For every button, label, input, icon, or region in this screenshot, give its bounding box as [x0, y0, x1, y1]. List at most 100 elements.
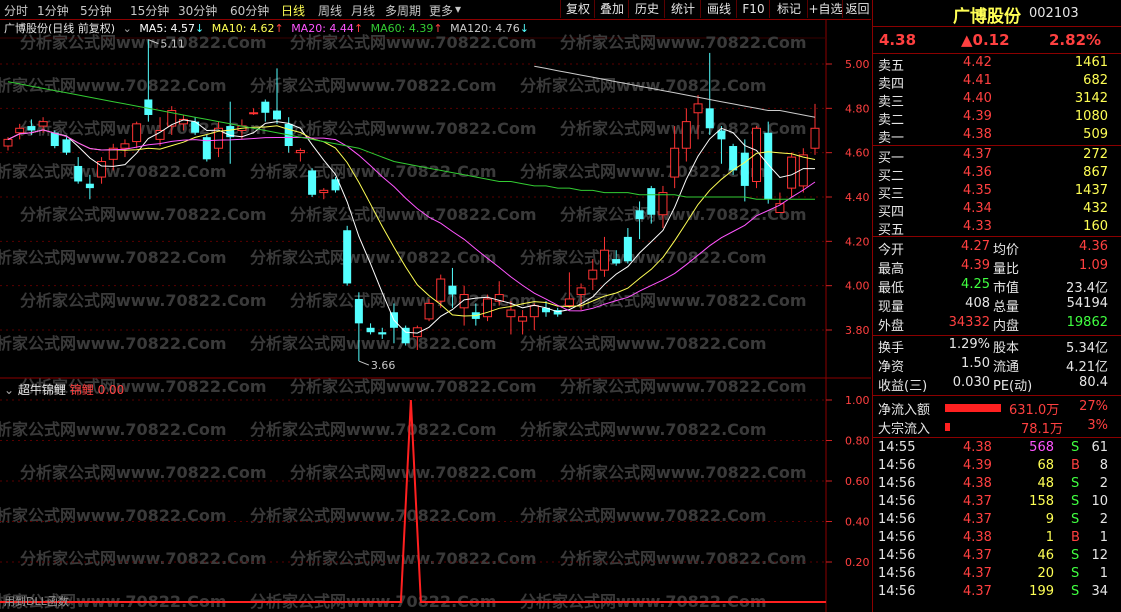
net-inflow-row: 净流入额 631.0万 27%: [873, 399, 1121, 418]
tick-count: 12: [1091, 548, 1108, 563]
watermark-text: 分析家公式网www.70822.Com: [520, 76, 767, 95]
candle-body[interactable]: [366, 327, 375, 333]
candle-body[interactable]: [670, 147, 680, 178]
candle-body[interactable]: [764, 132, 773, 200]
stat-label: 今开: [878, 243, 905, 258]
candle-body[interactable]: [693, 103, 703, 114]
candle-body[interactable]: [3, 138, 13, 147]
candle-body[interactable]: [647, 188, 656, 215]
watermark-text: 分析家公式网www.70822.Com: [290, 33, 537, 52]
candle-body[interactable]: [681, 121, 691, 149]
stat-label: 股本: [993, 341, 1020, 356]
watermark-text: 分析家公式网www.70822.Com: [0, 506, 227, 525]
watermark-text: 分析家公式网www.70822.Com: [560, 377, 807, 396]
candle-body[interactable]: [295, 149, 305, 154]
candle-body[interactable]: [273, 110, 281, 120]
candle-body[interactable]: [576, 287, 586, 296]
candle-body[interactable]: [27, 126, 36, 131]
candle-body[interactable]: [120, 143, 130, 149]
indicator-tick-label: 1.00: [845, 394, 870, 407]
candle-body[interactable]: [459, 294, 469, 309]
candle-body[interactable]: [717, 130, 726, 140]
candle-body[interactable]: [588, 269, 598, 280]
candle-body[interactable]: [50, 132, 59, 147]
candle-body[interactable]: [612, 259, 621, 264]
divider: [873, 53, 1121, 54]
stat-row: 净资 1.50 流通 4.21亿: [873, 356, 1121, 375]
stat-value: 4.25: [961, 277, 990, 292]
candle-body[interactable]: [343, 230, 352, 284]
candle-body[interactable]: [518, 316, 528, 322]
candle-body[interactable]: [424, 302, 434, 320]
order-volume: 1080: [1074, 109, 1108, 124]
order-row[interactable]: 卖四 4.41 682: [873, 73, 1121, 92]
candle-body[interactable]: [705, 108, 714, 129]
candle-body[interactable]: [787, 156, 797, 189]
candle-body[interactable]: [354, 298, 363, 324]
order-row[interactable]: 卖一 4.38 509: [873, 127, 1121, 146]
chevron-down-icon[interactable]: ⌄: [4, 383, 14, 397]
candle-body[interactable]: [729, 146, 738, 171]
candlestick-chart[interactable]: 分析家公式网www.70822.Com 分析家公式网www.70822.Com 分析…: [0, 0, 871, 612]
candle-body[interactable]: [401, 327, 410, 344]
tick-time: 14:56: [878, 530, 916, 545]
order-row[interactable]: 买三 4.35 1437: [873, 183, 1121, 202]
candle-body[interactable]: [436, 278, 446, 302]
candle-body[interactable]: [506, 309, 516, 318]
stat-label: 流通: [993, 360, 1020, 375]
divider: [873, 145, 1121, 146]
candle-body[interactable]: [448, 285, 457, 295]
tick-volume: 568: [1029, 440, 1054, 455]
stat-value: 80.4: [1079, 375, 1108, 390]
candle-body[interactable]: [658, 192, 668, 216]
tick-row: 14:56 4.37 9 S 2: [873, 512, 1121, 530]
candle-body[interactable]: [599, 249, 609, 271]
candle-body[interactable]: [38, 121, 48, 127]
candle-body[interactable]: [564, 298, 574, 307]
candle-body[interactable]: [85, 183, 94, 189]
order-label: 买二: [878, 169, 905, 184]
tick-row: 14:56 4.38 48 S 2: [873, 476, 1121, 494]
candle-body[interactable]: [308, 170, 317, 195]
candle-body[interactable]: [132, 123, 142, 143]
order-row[interactable]: 卖五 4.42 1461: [873, 55, 1121, 74]
price-tick-label: 4.00: [845, 280, 870, 293]
candle-body[interactable]: [319, 189, 329, 194]
candle-body[interactable]: [810, 127, 820, 149]
candle-body[interactable]: [740, 152, 749, 186]
order-volume: 682: [1083, 73, 1108, 88]
candle-body[interactable]: [529, 305, 539, 318]
last-price: 4.38: [879, 31, 917, 49]
order-row[interactable]: 买四 4.34 432: [873, 201, 1121, 220]
quote-panel: 广博股份 002103 4.38 ▲0.12 2.82% 卖五 4.42 1461 卖…: [872, 0, 1121, 612]
candle-body[interactable]: [62, 139, 71, 153]
candle-body[interactable]: [483, 298, 493, 318]
candle-body[interactable]: [623, 236, 632, 262]
stat-label: 收益(三): [878, 379, 928, 394]
watermark-text: 分析家公式网www.70822.Com: [0, 420, 227, 439]
order-row[interactable]: 买二 4.36 867: [873, 165, 1121, 184]
order-row[interactable]: 买五 4.33 160: [873, 219, 1121, 238]
candle-body[interactable]: [635, 210, 644, 220]
candle-body[interactable]: [74, 165, 83, 182]
tick-row: 14:56 4.37 199 S 34: [873, 584, 1121, 602]
candle-body[interactable]: [378, 332, 387, 335]
indicator-title[interactable]: 超牛锦鲤: [18, 383, 66, 397]
tick-volume: 158: [1029, 494, 1054, 509]
candle-body[interactable]: [15, 127, 25, 134]
candle-body[interactable]: [144, 99, 153, 115]
watermark-text: 分析家公式网www.70822.Com: [250, 162, 497, 181]
candle-body[interactable]: [261, 101, 270, 113]
tick-side: S: [1071, 584, 1080, 599]
tick-count: 1: [1099, 530, 1108, 545]
price-summary: 4.38 ▲0.12 2.82%: [873, 31, 1121, 51]
stat-label: 量比: [993, 262, 1020, 277]
order-row[interactable]: 买一 4.37 272: [873, 147, 1121, 166]
stock-name: 广博股份: [953, 7, 1021, 27]
order-row[interactable]: 卖三 4.40 3142: [873, 91, 1121, 110]
order-label: 卖五: [878, 59, 905, 74]
stat-row: 最低 4.25 市值 23.4亿: [873, 277, 1121, 296]
order-row[interactable]: 卖二 4.39 1080: [873, 109, 1121, 128]
tick-volume: 1: [1045, 530, 1054, 545]
candle-body[interactable]: [249, 112, 259, 115]
